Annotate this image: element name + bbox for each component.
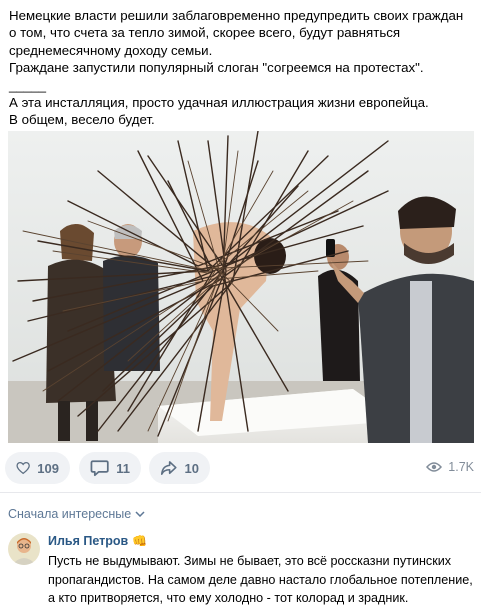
comment-text: Пусть не выдумывают. Зимы не бывает, это… xyxy=(48,554,473,605)
chevron-down-icon xyxy=(135,511,145,517)
post-separator: _____ xyxy=(9,77,46,93)
comments-sort-dropdown[interactable]: Сначала интересные xyxy=(8,507,145,521)
divider xyxy=(0,492,481,493)
post-line-1: Немецкие власти решили заблаговременно п… xyxy=(9,8,464,58)
post-line-3: А эта инсталляция, просто удачная иллюст… xyxy=(9,95,429,111)
post-line-2: Граждане запустили популярный слоган "со… xyxy=(9,60,424,76)
repost-count: 10 xyxy=(184,460,199,476)
share-arrow-icon xyxy=(160,461,177,475)
installation-photo xyxy=(8,131,474,443)
comment-button[interactable]: 11 xyxy=(79,452,141,484)
post-actions: 109 11 10 1.7K xyxy=(0,452,481,486)
comment-author[interactable]: Илья Петров 👊 xyxy=(48,534,147,548)
comment-icon xyxy=(90,460,109,477)
post-line-4: В общем, весело будет. xyxy=(9,112,155,128)
comment-author-name: Илья Петров xyxy=(48,534,129,548)
views-counter: 1.7K xyxy=(426,460,474,474)
fist-badge-icon: 👊 xyxy=(132,534,148,548)
like-count: 109 xyxy=(37,460,59,476)
views-count: 1.7K xyxy=(448,460,474,474)
comments-sort-label: Сначала интересные xyxy=(8,507,132,521)
comment-count: 11 xyxy=(116,460,130,476)
avatar-image xyxy=(8,533,40,565)
avatar[interactable] xyxy=(8,533,40,565)
post-photo[interactable] xyxy=(8,131,474,443)
eye-icon xyxy=(426,462,443,472)
repost-button[interactable]: 10 xyxy=(149,452,210,484)
post-text: Немецкие власти решили заблаговременно п… xyxy=(9,7,474,129)
like-button[interactable]: 109 xyxy=(5,452,70,484)
heart-icon xyxy=(16,461,30,475)
